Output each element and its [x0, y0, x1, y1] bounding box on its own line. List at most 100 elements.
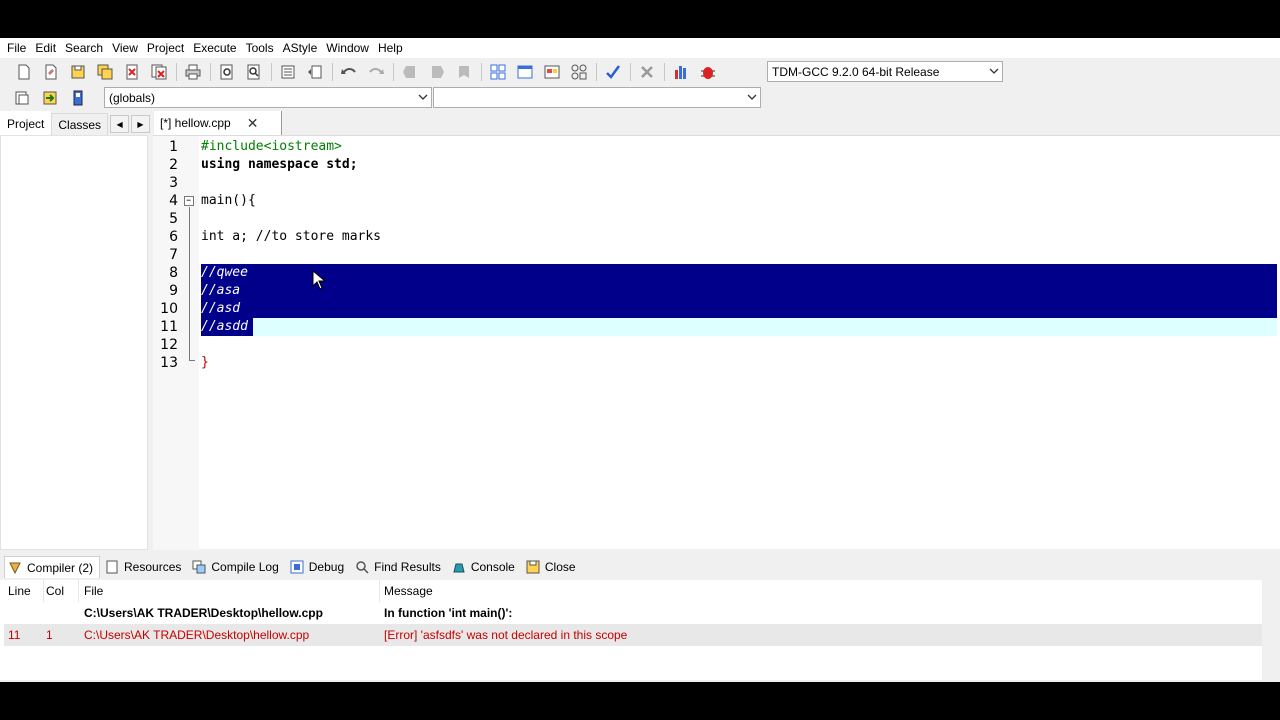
goto-icon [43, 91, 57, 105]
line-text: #include<iostream> [201, 139, 342, 154]
window-button[interactable] [513, 61, 537, 83]
col-header-col[interactable]: Col [42, 580, 79, 602]
close-icon[interactable]: ✕ [247, 115, 259, 132]
insert-button[interactable] [10, 87, 34, 109]
line-number: 12 [160, 337, 178, 353]
compiler-messages[interactable]: Line Col File Message C:\Users\AK TRADER… [0, 580, 1280, 680]
bug-icon [701, 67, 715, 79]
fold-toggle[interactable] [184, 196, 194, 206]
tab-compile-log[interactable]: Compile Log [189, 556, 284, 578]
chevron-down-icon [989, 68, 999, 74]
menu-view[interactable]: View [108, 38, 142, 58]
code-line: 2 using namespace std; [153, 156, 1280, 174]
profile-button[interactable] [669, 61, 693, 83]
tab-resources-label: Resources [124, 560, 182, 574]
tab-compiler[interactable]: Compiler (2) [4, 556, 101, 578]
code-line: 5 [153, 210, 1280, 228]
save-all-button[interactable] [93, 61, 117, 83]
new-file-button[interactable] [12, 61, 36, 83]
tab-hellow-cpp[interactable]: [*] hellow.cpp ✕ [154, 111, 282, 135]
compiler-select[interactable]: TDM-GCC 9.2.0 64-bit Release [767, 61, 1003, 82]
menu-help[interactable]: Help [374, 38, 407, 58]
toolbar-separator [481, 63, 482, 81]
messages-scrollbar[interactable] [1262, 580, 1280, 680]
function-select[interactable] [433, 87, 761, 108]
resources-icon [106, 560, 118, 574]
toolbar-separator [664, 63, 665, 81]
book-icon [73, 90, 83, 106]
open-file-button[interactable] [39, 61, 63, 83]
menu-search[interactable]: Search [61, 38, 107, 58]
message-row-error[interactable]: 11 1 C:\Users\AK TRADER\Desktop\hellow.c… [4, 624, 1262, 646]
class-view-button[interactable] [567, 61, 591, 83]
save-button[interactable] [66, 61, 90, 83]
print-button[interactable] [181, 61, 205, 83]
current-line-highlight [201, 318, 1277, 336]
find-button[interactable] [215, 61, 239, 83]
col-header-file[interactable]: File [80, 580, 380, 602]
tab-close-label: Close [544, 560, 576, 574]
tiles-icon [571, 64, 587, 80]
layout-button[interactable] [540, 61, 564, 83]
line-number: 2 [169, 157, 178, 173]
indent-icon [281, 65, 295, 79]
debug-button[interactable] [696, 61, 720, 83]
message-row[interactable]: C:\Users\AK TRADER\Desktop\hellow.cpp In… [4, 602, 1262, 624]
col-header-message[interactable]: Message [380, 580, 1262, 602]
tab-find-results-label: Find Results [374, 560, 441, 574]
line-number: 5 [169, 211, 178, 227]
menu-edit[interactable]: Edit [31, 38, 60, 58]
bookmark-next-button[interactable] [425, 61, 449, 83]
undo-icon [341, 68, 356, 74]
code-line: 13 } [153, 354, 1280, 372]
menu-execute[interactable]: Execute [189, 38, 240, 58]
tab-project[interactable]: Project [0, 111, 52, 135]
replace-button[interactable] [242, 61, 266, 83]
col-header-line[interactable]: Line [4, 580, 44, 602]
line-number: 4 [169, 193, 178, 209]
menu-tools[interactable]: Tools [242, 38, 278, 58]
undo-button[interactable] [337, 61, 361, 83]
menu-file[interactable]: File [3, 38, 30, 58]
menu-project[interactable]: Project [143, 38, 188, 58]
close-all-icon [151, 64, 167, 80]
unindent-button[interactable] [303, 61, 327, 83]
redo-button[interactable] [364, 61, 388, 83]
project-panel-tabs: Project Classes ◀ ▶ [0, 110, 150, 135]
scope-select[interactable]: (globals) [104, 87, 432, 108]
line-text: } [201, 355, 209, 370]
menu-window[interactable]: Window [322, 38, 373, 58]
selection-highlight [201, 282, 1277, 300]
indent-button[interactable] [276, 61, 300, 83]
project-tree[interactable] [0, 135, 148, 550]
compile-button[interactable] [601, 61, 625, 83]
close-file-button[interactable] [120, 61, 144, 83]
menu-astyle[interactable]: AStyle [279, 38, 322, 58]
tab-resources[interactable]: Resources [102, 556, 187, 578]
bookmark-list-button[interactable] [66, 87, 90, 109]
goto-button[interactable] [38, 87, 62, 109]
stop-button[interactable] [635, 61, 659, 83]
close-all-button[interactable] [147, 61, 171, 83]
toolbar-separator [596, 63, 597, 81]
tab-close[interactable]: Close [523, 556, 582, 578]
redo-icon [369, 68, 384, 74]
tab-find-results[interactable]: Find Results [352, 556, 447, 578]
tab-compile-log-label: Compile Log [211, 560, 279, 574]
code-editor[interactable]: 1 #include<iostream> 2 using namespace s… [153, 135, 1280, 550]
message-line [4, 602, 42, 624]
tab-debug[interactable]: Debug [287, 556, 350, 578]
toolbar-separator [176, 63, 177, 81]
tab-scroll-right-button[interactable]: ▶ [131, 115, 150, 133]
bookmark-prev-button[interactable] [398, 61, 422, 83]
tab-scroll-left-button[interactable]: ◀ [110, 115, 130, 133]
project-view-button[interactable] [486, 61, 510, 83]
tab-console[interactable]: Console [449, 556, 521, 578]
line-text: using namespace std; [201, 157, 358, 172]
project-panel: Project Classes ◀ ▶ [0, 110, 150, 550]
close-file-icon [126, 64, 138, 80]
chart-icon [675, 66, 686, 79]
bookmark-toggle-button[interactable] [452, 61, 476, 83]
line-number: 10 [160, 301, 178, 317]
tab-classes[interactable]: Classes [51, 113, 109, 135]
